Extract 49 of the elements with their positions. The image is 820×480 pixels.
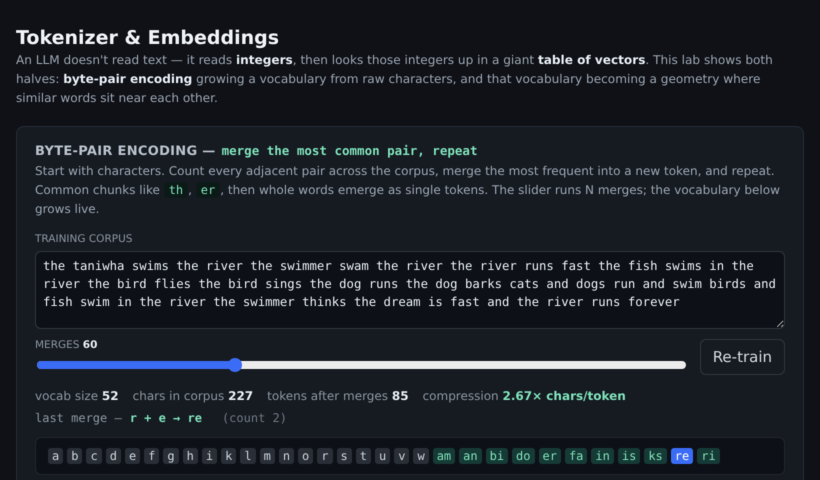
token-chip: r: [317, 448, 333, 464]
token-chip: m: [260, 448, 275, 464]
merges-label: MERGES 60: [35, 339, 98, 351]
token-chip: e: [124, 448, 140, 464]
token-chip: n: [278, 448, 294, 464]
token-chip: v: [394, 448, 410, 464]
token-chip: do: [512, 448, 534, 464]
token-chip: h: [182, 448, 198, 464]
token-chip: is: [618, 448, 640, 464]
stat-text: compression 2.67× chars/token: [422, 389, 626, 403]
stat-text: vocab size 52: [35, 389, 119, 403]
token-chip: t: [356, 448, 371, 464]
token-chip: w: [413, 448, 429, 464]
token-chip: fa: [564, 448, 588, 464]
token-chip: er: [538, 448, 561, 464]
token-chip: re: [670, 448, 694, 464]
last-merge-pair: r + e → re: [130, 411, 202, 425]
corpus-label: TRAINING CORPUS: [35, 233, 134, 245]
section-title: BYTE-PAIR ENCODING —: [35, 144, 216, 159]
token-chip: an: [459, 448, 482, 464]
section-description: Start with characters. Count every adjacent pair across the corpus, merge the most frequent into a new token, and repeat. Common chunks like th , er , then whole words emerge as single tokens. The slider runs N merges; the vocabulary below grows live.: [35, 163, 781, 218]
retrain-button[interactable]: Re-train: [700, 339, 785, 375]
token-chip: b: [67, 448, 82, 464]
token-chip: k: [221, 448, 236, 464]
last-merge-label: last merge —: [35, 411, 122, 425]
slider-thumb[interactable]: [228, 358, 242, 372]
token-chip: in: [591, 448, 614, 464]
merges-slider[interactable]: [37, 361, 686, 369]
token-chip: o: [298, 448, 314, 464]
token-chip: g: [163, 448, 179, 464]
token-chip: am: [432, 448, 456, 464]
page-description: An LLM doesn't read text — it reads integers, then looks those integers up in a giant table of vectors. This lab shows both halves: byte-pair encoding growing a vocabulary from raw characters, and that vocabulary becoming a geometry where similar words sit near each other.: [16, 52, 774, 107]
token-chip: bi: [486, 448, 508, 464]
page-title: Tokenizer & Embeddings: [16, 26, 280, 50]
token-chip: l: [240, 448, 256, 464]
token-chip: u: [374, 448, 390, 464]
token-chip: i: [202, 448, 218, 464]
token-chip: a: [48, 448, 64, 464]
token-chip: ri: [697, 448, 720, 464]
token-chip: ks: [644, 448, 667, 464]
corpus-field[interactable]: the taniwha swims the river the swimmer swam the river the river runs fast the fish swims in the river the bird flies the bird sings the dog runs the dog barks cats and dogs run and swim birds and fish swim in the river the swimmer thinks the dream is fast and the river runs forever: [35, 251, 785, 329]
token-chip: d: [106, 448, 121, 464]
token-chip: f: [144, 448, 160, 464]
merge-count: (count 2): [222, 411, 287, 425]
section-subtitle: merge the most common pair, repeat: [222, 143, 478, 158]
token-chip: s: [336, 448, 352, 464]
stat-text: tokens after merges 85: [267, 389, 409, 403]
token-chip: c: [86, 448, 102, 464]
stat-text: chars in corpus 227: [132, 389, 254, 403]
